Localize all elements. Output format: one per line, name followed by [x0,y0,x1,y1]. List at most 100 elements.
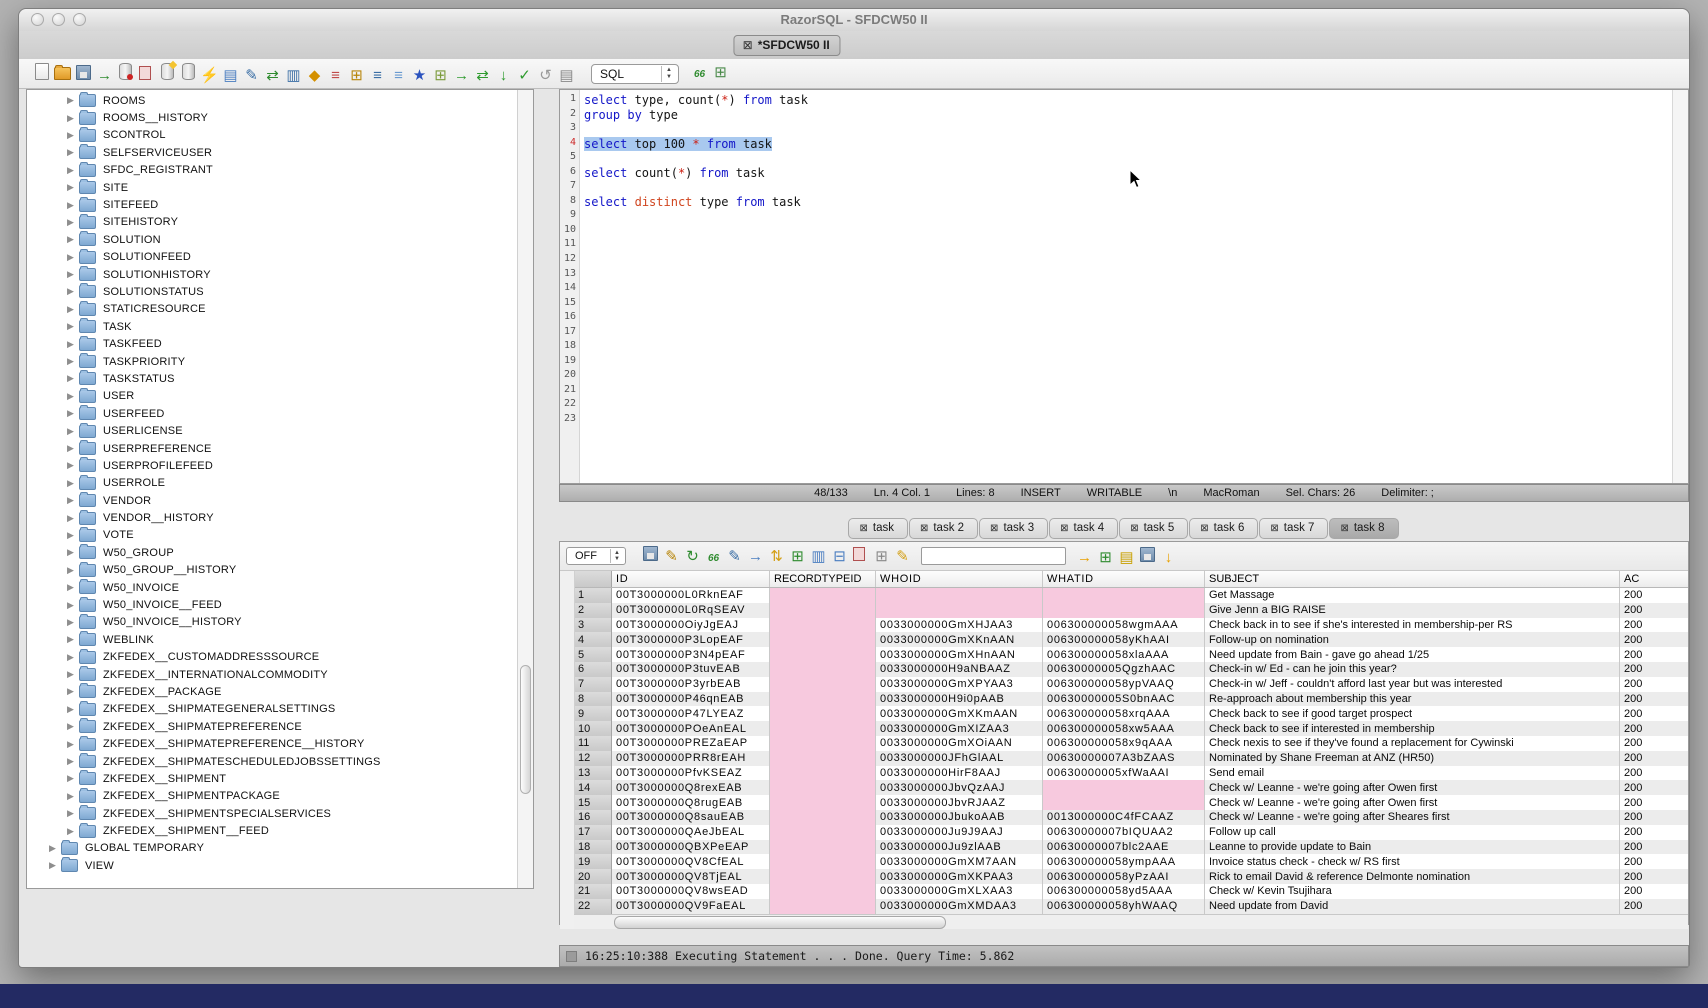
code-line[interactable]: select count(*) from task [584,166,1672,181]
disclosure-triangle-icon[interactable]: ▶ [67,495,79,506]
disclosure-triangle-icon[interactable]: ▶ [67,704,79,715]
column-header-subject[interactable]: SUBJECT [1205,571,1620,587]
table-cell[interactable]: Get Massage [1205,588,1620,603]
table-cell[interactable]: Nominated by Shane Freeman at ANZ (HR50) [1205,751,1620,766]
table-row[interactable]: 1100T3000000PREZaEAP0033000000GmXOiAAN00… [574,736,1688,751]
table-cell[interactable]: 0033000000H9i0pAAB [876,692,1043,707]
table-cell[interactable]: Invoice status check - check w/ RS first [1205,854,1620,869]
table-cell[interactable]: 006300000058yhWAAQ [1043,899,1205,914]
code-line[interactable] [584,224,1672,239]
tree-item-sfdc_registrant[interactable]: ▶SFDC_REGISTRANT [27,162,518,179]
select-stepper-icon[interactable]: ▲▼ [661,66,676,82]
disclosure-triangle-icon[interactable]: ▶ [67,217,79,228]
tree-item-site[interactable]: ▶SITE [27,179,518,196]
disclosure-triangle-icon[interactable]: ▶ [67,669,79,680]
notes-icon[interactable]: ▤ [1116,547,1137,568]
tree-item-taskpriority[interactable]: ▶TASKPRIORITY [27,353,518,370]
tree-item-zkfedex__shipment__feed[interactable]: ▶ZKFEDEX__SHIPMENT__FEED [27,822,518,839]
table-cell[interactable]: Give Jenn a BIG RAISE [1205,603,1620,618]
table-row[interactable]: 1600T3000000Q8sauEAB0033000000JbukoAAB00… [574,810,1688,825]
table-cell[interactable]: 200 [1620,810,1690,825]
table-cell[interactable]: 00T3000000Q8rugEAB [612,795,770,810]
code-line[interactable] [584,282,1672,297]
tree-item-zkfedex__shipment[interactable]: ▶ZKFEDEX__SHIPMENT [27,770,518,787]
edit-pencil-icon[interactable]: ✎ [724,546,745,567]
disclosure-triangle-icon[interactable]: ▶ [67,147,79,158]
disclosure-triangle-icon[interactable]: ▶ [67,530,79,541]
close-tab-icon[interactable]: ⊠ [1340,523,1348,534]
tree-item-zkfedex__shipmatepreference[interactable]: ▶ZKFEDEX__SHIPMATEPREFERENCE [27,718,518,735]
tree-item-userlicense[interactable]: ▶USERLICENSE [27,422,518,439]
new-connection-icon[interactable] [157,61,178,82]
table-star-icon[interactable]: ⊞ [430,65,451,86]
table-cell[interactable]: 0033000000JbvRJAAZ [876,795,1043,810]
disclosure-triangle-icon[interactable]: ▶ [67,808,79,819]
table-cell[interactable]: 006300000058wgmAAA [1043,618,1205,633]
copy-pages-icon[interactable] [850,544,871,565]
table-cell[interactable]: 200 [1620,706,1690,721]
table-row[interactable]: 800T3000000P46qnEAB0033000000H9i0pAAB006… [574,692,1688,707]
tree-item-view[interactable]: ▶VIEW [27,857,518,874]
table-row[interactable]: 1000T3000000POeAnEAL0033000000GmXIZAA300… [574,721,1688,736]
tree-item-userpreference[interactable]: ▶USERPREFERENCE [27,440,518,457]
table-cell[interactable]: 200 [1620,751,1690,766]
table-cell[interactable]: 00630000007A3bZAAS [1043,751,1205,766]
table-row[interactable]: 2100T3000000QV8wsEAD0033000000GmXLXAA300… [574,884,1688,899]
tree-item-task[interactable]: ▶TASK [27,318,518,335]
close-tab-icon[interactable]: ⊠ [743,38,753,52]
table-cell[interactable]: 200 [1620,854,1690,869]
tree-item-vendor[interactable]: ▶VENDOR [27,492,518,509]
tree-item-solution[interactable]: ▶SOLUTION [27,231,518,248]
table-cell[interactable]: Check w/ Leanne - we're going after Owen… [1205,780,1620,795]
table-cell[interactable]: 200 [1620,840,1690,855]
table-cell[interactable]: 200 [1620,795,1690,810]
table-cell[interactable] [770,662,876,677]
table-cell[interactable] [770,618,876,633]
tree-item-w50_group__history[interactable]: ▶W50_GROUP__HISTORY [27,562,518,579]
code-line[interactable] [584,238,1672,253]
table-cell[interactable]: 200 [1620,677,1690,692]
disclosure-triangle-icon[interactable]: ▶ [67,739,79,750]
table-cell[interactable]: 00T3000000L0RknEAF [612,588,770,603]
code-line[interactable] [584,151,1672,166]
column-header-whoid[interactable]: WHOID [876,571,1043,587]
tree-item-sitehistory[interactable]: ▶SITEHISTORY [27,214,518,231]
disclosure-triangle-icon[interactable]: ▶ [67,130,79,141]
table-row[interactable]: 1300T3000000PfvKSEAZ0033000000HirF8AAJ00… [574,766,1688,781]
tree-item-zkfedex__customaddresssource[interactable]: ▶ZKFEDEX__CUSTOMADDRESSSOURCE [27,649,518,666]
quotes-icon[interactable]: 66 [689,64,710,85]
align-icon[interactable]: ≡ [367,65,388,86]
copy-refresh-icon[interactable]: ⊞ [787,546,808,567]
table-cell[interactable]: 0033000000GmXIZAA3 [876,721,1043,736]
code-line[interactable]: select top 100 * from task [584,137,1672,152]
result-tab-task-6[interactable]: ⊠task 6 [1189,518,1258,539]
tree-item-solutionfeed[interactable]: ▶SOLUTIONFEED [27,249,518,266]
table-row[interactable]: 900T3000000P47LYEAZ0033000000GmXKmAAN006… [574,706,1688,721]
table-cell[interactable]: 0033000000GmXKnAAN [876,632,1043,647]
disconnect-icon[interactable] [115,61,136,82]
table-cell[interactable]: 00630000007bIQUAA2 [1043,825,1205,840]
disclosure-triangle-icon[interactable]: ▶ [67,252,79,263]
table-cell[interactable] [770,603,876,618]
tree-item-zkfedex__shipmatescheduledjobssettings[interactable]: ▶ZKFEDEX__SHIPMATESCHEDULEDJOBSSETTINGS [27,753,518,770]
result-tab-task-3[interactable]: ⊠task 3 [979,518,1048,539]
table-cell[interactable]: 00T3000000QV9FaEAL [612,899,770,914]
table-cell[interactable]: 0033000000H9aNBAAZ [876,662,1043,677]
close-tab-icon[interactable]: ⊠ [1200,523,1208,534]
tree-item-vote[interactable]: ▶VOTE [27,527,518,544]
table-cell[interactable]: Check nexis to see if they've found a re… [1205,736,1620,751]
table-cell[interactable]: 006300000058xrqAAA [1043,706,1205,721]
tree-item-vendor__history[interactable]: ▶VENDOR__HISTORY [27,509,518,526]
book-icon[interactable]: ▥ [283,65,304,86]
table-cell[interactable]: 0033000000Ju9zlAAB [876,840,1043,855]
tree-item-zkfedex__shipmatepreference__history[interactable]: ▶ZKFEDEX__SHIPMATEPREFERENCE__HISTORY [27,735,518,752]
disclosure-triangle-icon[interactable]: ▶ [67,686,79,697]
code-line[interactable] [584,209,1672,224]
tree-item-scontrol[interactable]: ▶SCONTROL [27,127,518,144]
database-icon[interactable] [178,61,199,82]
table-cell[interactable]: 0033000000GmXHJAA3 [876,618,1043,633]
code-line[interactable] [584,122,1672,137]
table-cell[interactable]: 006300000058xw5AAA [1043,721,1205,736]
table-cell[interactable]: 200 [1620,647,1690,662]
table-export-icon[interactable]: ⊞ [346,65,367,86]
